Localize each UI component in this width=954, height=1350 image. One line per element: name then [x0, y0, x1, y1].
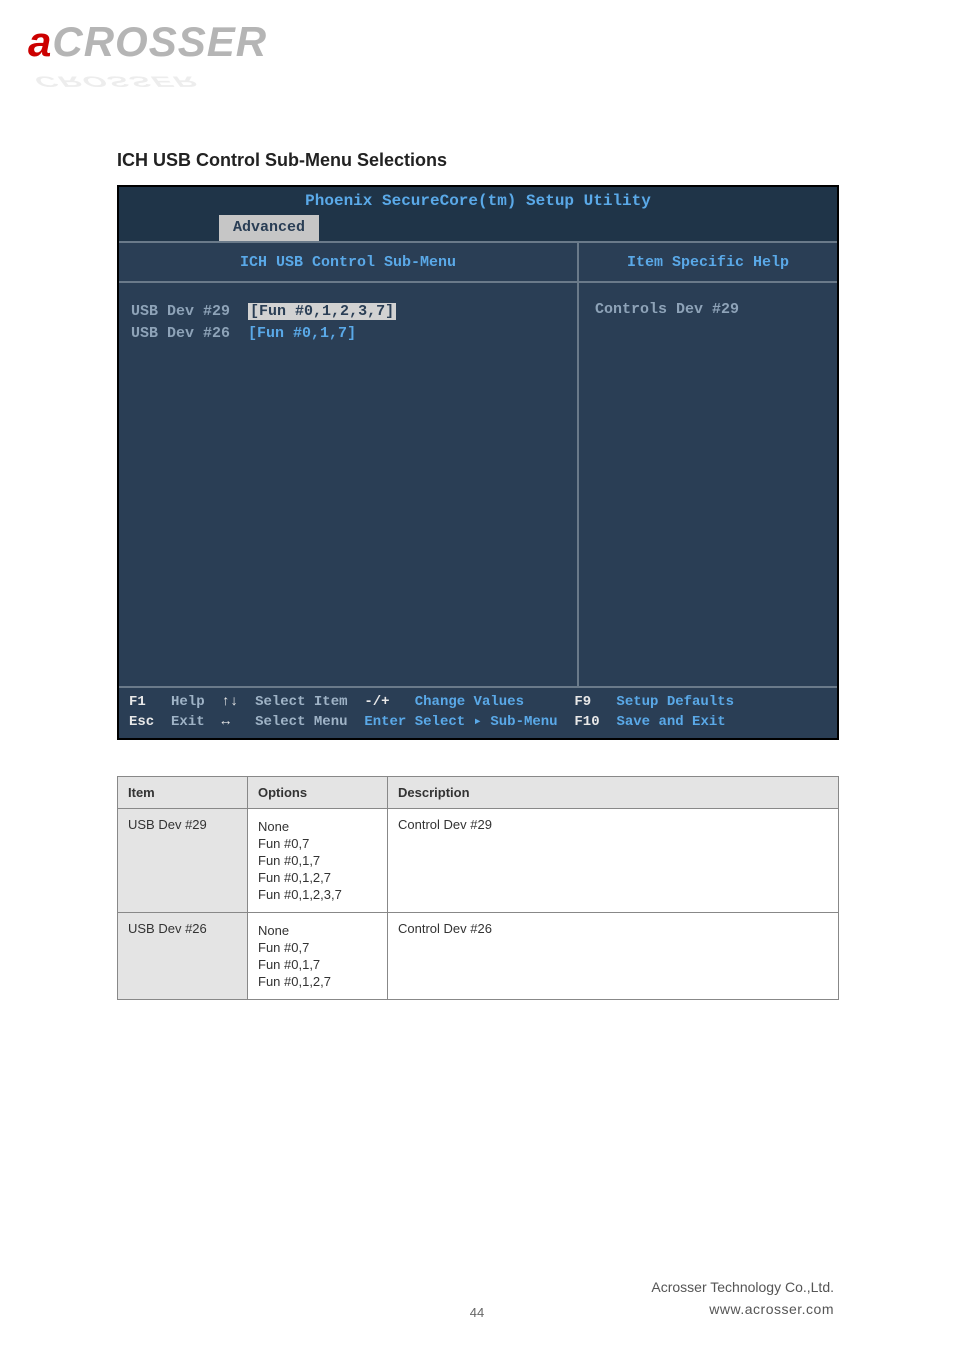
options-table: Item Options Description USB Dev #29 Non… [117, 776, 839, 1000]
col-options: Options [248, 777, 388, 809]
bios-left-pane: ICH USB Control Sub-Menu USB Dev #29 [Fu… [119, 243, 579, 686]
table-row: USB Dev #29 None Fun #0,7 Fun #0,1,7 Fun… [118, 809, 839, 913]
bios-body: ICH USB Control Sub-Menu USB Dev #29 [Fu… [119, 241, 837, 686]
logo: aCROSSER [28, 18, 267, 66]
options-usb26: None Fun #0,7 Fun #0,1,7 Fun #0,1,2,7 [248, 913, 388, 1000]
logo-rest: CROSSER [52, 18, 267, 65]
bios-left-content: USB Dev #29 [Fun #0,1,2,3,7] USB Dev #26… [119, 283, 577, 363]
logo-reflection: CROSSER [32, 73, 200, 90]
bios-title: Phoenix SecureCore(tm) Setup Utility [119, 187, 837, 215]
page-number: 44 [470, 1305, 484, 1320]
bios-left-header: ICH USB Control Sub-Menu [119, 243, 577, 283]
col-description: Description [388, 777, 839, 809]
logo-a: a [28, 18, 52, 65]
bios-row-usb26[interactable]: USB Dev #26 [Fun #0,1,7] [131, 323, 565, 345]
desc-usb26: Control Dev #26 [388, 913, 839, 1000]
section-title: ICH USB Control Sub-Menu Selections [117, 150, 447, 171]
bios-tabbar: Advanced [119, 215, 837, 241]
table-row: USB Dev #26 None Fun #0,7 Fun #0,1,7 Fun… [118, 913, 839, 1000]
col-item: Item [118, 777, 248, 809]
table-header-row: Item Options Description [118, 777, 839, 809]
bios-tab-advanced[interactable]: Advanced [219, 215, 319, 241]
page-footer: Acrosser Technology Co.,Ltd. www.acrosse… [651, 1276, 834, 1320]
bios-help-text: Controls Dev #29 [579, 283, 837, 336]
bios-footer: F1 Help ↑↓ Select Item -/+ Change Values… [119, 686, 837, 736]
bios-row-usb29[interactable]: USB Dev #29 [Fun #0,1,2,3,7] [131, 301, 565, 323]
desc-usb29: Control Dev #29 [388, 809, 839, 913]
footer-company: Acrosser Technology Co.,Ltd. [651, 1276, 834, 1298]
item-usb26: USB Dev #26 [118, 913, 248, 1000]
item-usb29: USB Dev #29 [118, 809, 248, 913]
bios-right-pane: Item Specific Help Controls Dev #29 [579, 243, 837, 686]
footer-site: www.acrosser.com [651, 1298, 834, 1320]
bios-right-header: Item Specific Help [579, 243, 837, 283]
bios-screenshot: Phoenix SecureCore(tm) Setup Utility Adv… [117, 185, 839, 740]
options-usb29: None Fun #0,7 Fun #0,1,7 Fun #0,1,2,7 Fu… [248, 809, 388, 913]
